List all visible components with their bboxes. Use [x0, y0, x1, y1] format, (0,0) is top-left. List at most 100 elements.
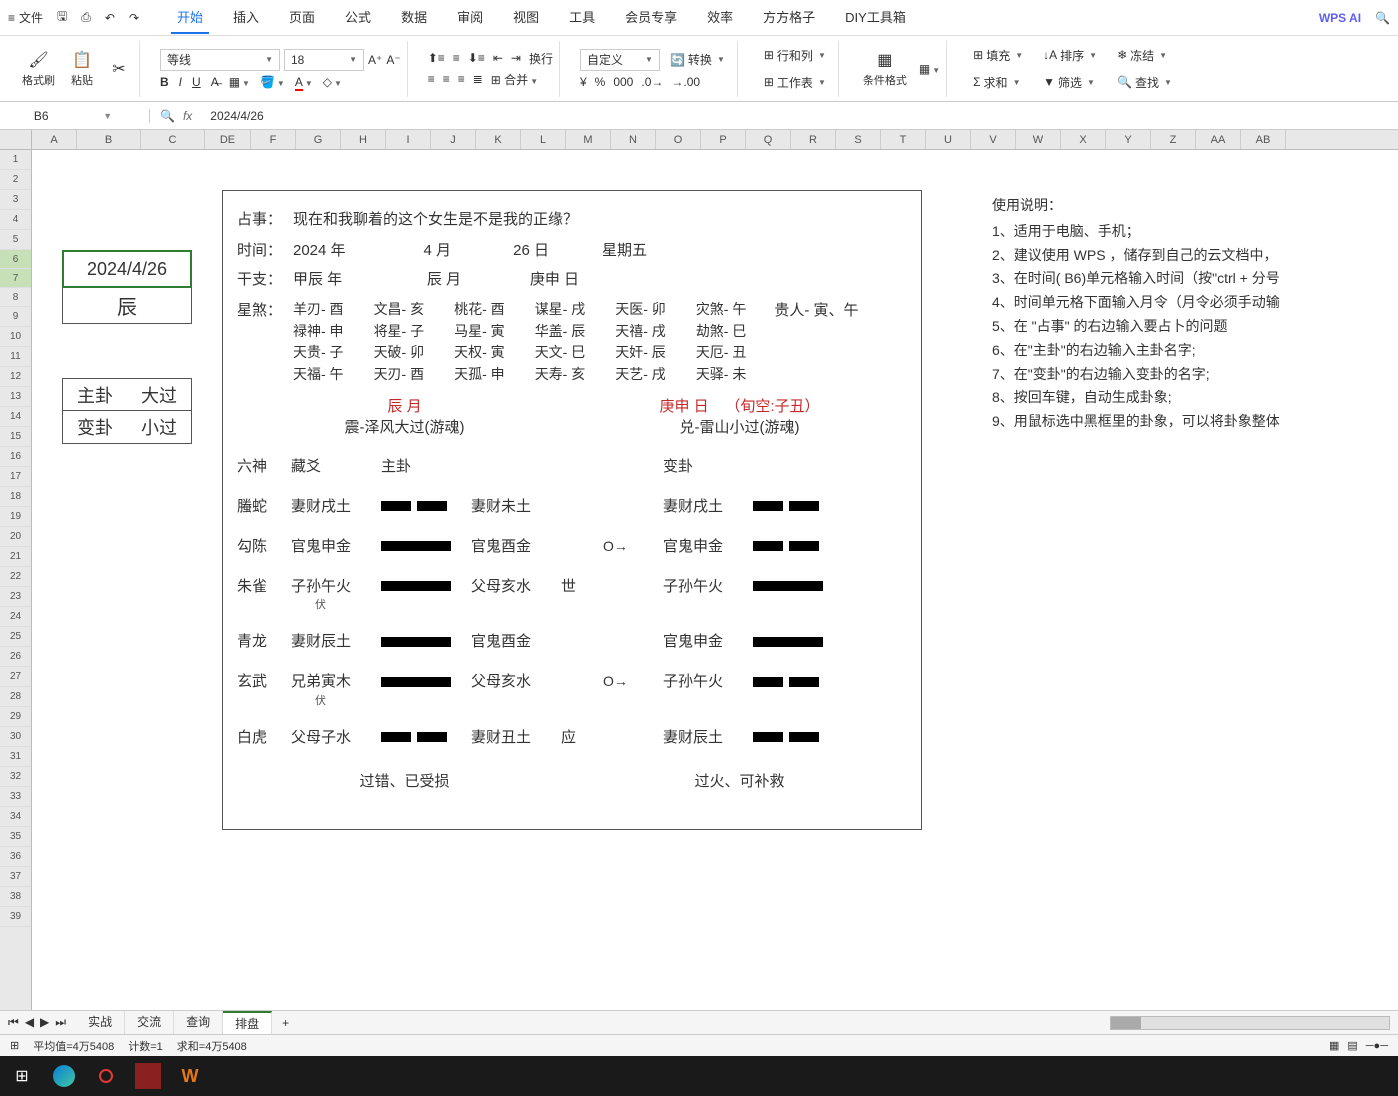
column-header-F[interactable]: F	[251, 130, 296, 149]
column-header-T[interactable]: T	[881, 130, 926, 149]
row-header-39[interactable]: 39	[0, 907, 31, 927]
formula-input[interactable]: 2024/4/26	[202, 109, 1398, 123]
menu-tab-11[interactable]: DIY工具箱	[839, 1, 912, 34]
align-top-icon[interactable]: ⬆≡	[428, 51, 445, 65]
distribute-icon[interactable]: ≣	[473, 72, 483, 86]
row-header-11[interactable]: 11	[0, 347, 31, 367]
row-header-28[interactable]: 28	[0, 687, 31, 707]
row-header-26[interactable]: 26	[0, 647, 31, 667]
column-header-J[interactable]: J	[431, 130, 476, 149]
sheet-nav-prev-icon[interactable]: ◀	[25, 1015, 34, 1030]
menu-tab-4[interactable]: 数据	[395, 1, 433, 34]
row-header-5[interactable]: 5	[0, 230, 31, 250]
bold-button[interactable]: B	[160, 75, 169, 89]
add-sheet-button[interactable]: +	[274, 1016, 297, 1030]
menu-tab-10[interactable]: 方方格子	[757, 1, 821, 34]
redo-icon[interactable]: ↷	[129, 11, 139, 25]
font-size-select[interactable]: 18▼	[284, 49, 364, 71]
horizontal-scrollbar[interactable]	[1110, 1016, 1390, 1030]
menu-tab-2[interactable]: 页面	[283, 1, 321, 34]
selected-cell-b6[interactable]: 2024/4/26	[62, 250, 192, 288]
increase-decimal-icon[interactable]: →.00	[671, 75, 700, 89]
row-header-38[interactable]: 38	[0, 887, 31, 907]
row-header-31[interactable]: 31	[0, 747, 31, 767]
sheet-tab-查询[interactable]: 查询	[174, 1011, 223, 1034]
menu-tab-8[interactable]: 会员专享	[619, 1, 683, 34]
row-header-8[interactable]: 8	[0, 288, 31, 307]
menu-tab-1[interactable]: 插入	[227, 1, 265, 34]
menu-tab-0[interactable]: 开始	[171, 1, 209, 34]
font-name-select[interactable]: 等线▼	[160, 49, 280, 71]
column-header-AA[interactable]: AA	[1196, 130, 1241, 149]
paste-button[interactable]: 📋 粘贴	[67, 48, 97, 90]
column-header-W[interactable]: W	[1016, 130, 1061, 149]
column-header-G[interactable]: G	[296, 130, 341, 149]
column-header-K[interactable]: K	[476, 130, 521, 149]
row-header-37[interactable]: 37	[0, 867, 31, 887]
sheet-tab-实战[interactable]: 实战	[76, 1011, 125, 1034]
wrap-text-button[interactable]: 换行	[529, 50, 553, 67]
comma-icon[interactable]: 000	[613, 75, 633, 89]
table-style-icon[interactable]: ▦▼	[919, 62, 940, 76]
undo-icon[interactable]: ↶	[105, 11, 115, 25]
row-header-30[interactable]: 30	[0, 727, 31, 747]
row-header-3[interactable]: 3	[0, 190, 31, 210]
file-menu[interactable]: ≡ 文件	[8, 9, 43, 26]
font-color-button[interactable]: A▼	[295, 75, 313, 89]
sheet-nav-next-icon[interactable]: ▶	[40, 1015, 49, 1030]
row-header-6[interactable]: 6	[0, 250, 31, 269]
row-header-36[interactable]: 36	[0, 847, 31, 867]
bian-gua-value[interactable]: 小过	[141, 414, 177, 440]
view-normal-icon[interactable]: ▦	[1329, 1039, 1339, 1052]
select-all-corner[interactable]	[0, 130, 32, 149]
column-header-N[interactable]: N	[611, 130, 656, 149]
row-header-7[interactable]: 7	[0, 269, 31, 288]
freeze-button[interactable]: ❄ 冻结▼	[1111, 44, 1178, 67]
menu-tab-7[interactable]: 工具	[563, 1, 601, 34]
row-header-24[interactable]: 24	[0, 607, 31, 627]
currency-icon[interactable]: ¥	[580, 75, 587, 89]
decrease-decimal-icon[interactable]: .0→	[641, 75, 663, 89]
wps-ai-button[interactable]: WPS AI	[1319, 11, 1361, 25]
align-center-icon[interactable]: ≡	[443, 72, 450, 86]
column-header-I[interactable]: I	[386, 130, 431, 149]
row-header-34[interactable]: 34	[0, 807, 31, 827]
menu-tab-6[interactable]: 视图	[507, 1, 545, 34]
column-header-Y[interactable]: Y	[1106, 130, 1151, 149]
row-header-15[interactable]: 15	[0, 427, 31, 447]
scroll-thumb[interactable]	[1111, 1017, 1141, 1029]
column-header-P[interactable]: P	[701, 130, 746, 149]
search-icon[interactable]: 🔍	[1375, 11, 1390, 25]
column-header-S[interactable]: S	[836, 130, 881, 149]
column-header-H[interactable]: H	[341, 130, 386, 149]
menu-tab-5[interactable]: 审阅	[451, 1, 489, 34]
zoom-slider[interactable]: ─●─	[1366, 1040, 1388, 1052]
fill-button[interactable]: ⊞ 填充▼	[967, 44, 1029, 67]
app-red-icon[interactable]	[132, 1060, 164, 1092]
row-header-22[interactable]: 22	[0, 567, 31, 587]
sort-button[interactable]: ↓A 排序▼	[1037, 44, 1103, 67]
sheet-tab-交流[interactable]: 交流	[125, 1011, 174, 1034]
column-header-R[interactable]: R	[791, 130, 836, 149]
column-header-Z[interactable]: Z	[1151, 130, 1196, 149]
record-icon[interactable]	[90, 1060, 122, 1092]
align-bottom-icon[interactable]: ⬇≡	[468, 51, 485, 65]
rowcol-button[interactable]: ⊞ 行和列▼	[758, 44, 832, 67]
align-left-icon[interactable]: ≡	[428, 72, 435, 86]
column-header-Q[interactable]: Q	[746, 130, 791, 149]
menu-tab-9[interactable]: 效率	[701, 1, 739, 34]
print-icon[interactable]: ⎙	[81, 10, 91, 25]
fill-color-button[interactable]: 🪣▼	[260, 75, 285, 89]
increase-font-icon[interactable]: A⁺	[368, 53, 382, 67]
percent-icon[interactable]: %	[595, 75, 606, 89]
cut-button[interactable]: ✂	[105, 57, 133, 81]
column-header-DE[interactable]: DE	[205, 130, 251, 149]
column-header-V[interactable]: V	[971, 130, 1016, 149]
row-header-27[interactable]: 27	[0, 667, 31, 687]
row-header-1[interactable]: 1	[0, 150, 31, 170]
decrease-indent-icon[interactable]: ⇤	[493, 51, 503, 65]
column-header-X[interactable]: X	[1061, 130, 1106, 149]
wps-taskbar-icon[interactable]: W	[174, 1060, 206, 1092]
month-cell[interactable]: 辰	[62, 288, 192, 324]
main-gua-value[interactable]: 大过	[141, 382, 177, 408]
